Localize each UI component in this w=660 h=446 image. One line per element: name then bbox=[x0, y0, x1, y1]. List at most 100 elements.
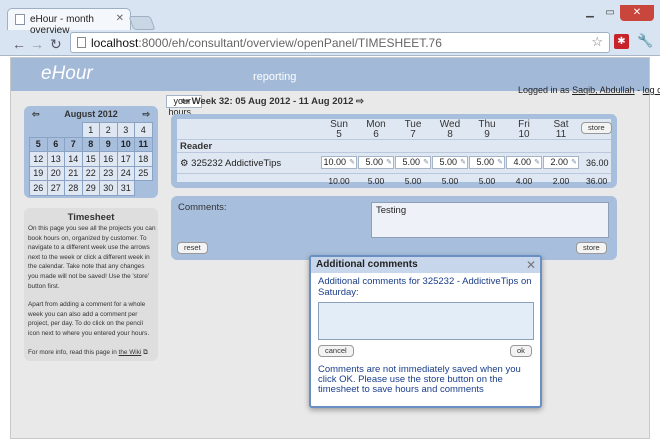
next-month-icon[interactable]: ⇨ bbox=[142, 109, 150, 120]
calendar-day[interactable]: 2 bbox=[99, 122, 118, 138]
timesheet-help-panel: Timesheet On this page you see all the p… bbox=[24, 208, 158, 361]
calendar-day[interactable]: 29 bbox=[81, 180, 100, 196]
additional-comment-textarea[interactable] bbox=[318, 302, 534, 340]
pencil-icon[interactable]: ✎ bbox=[460, 157, 466, 168]
divider bbox=[177, 139, 611, 140]
calendar-week-row[interactable]: 12 13 14 15 16 17 18 bbox=[29, 151, 153, 167]
help-more-text: For more info, read this page in bbox=[28, 348, 117, 356]
calendar-week-row-selected[interactable]: 5 6 7 8 9 10 11 bbox=[29, 136, 153, 152]
calendar-day[interactable]: 3 bbox=[116, 122, 135, 138]
calendar-day[interactable]: 13 bbox=[46, 151, 65, 167]
prev-week-icon[interactable]: ⇦ bbox=[181, 96, 189, 107]
calendar-day[interactable]: 4 bbox=[134, 122, 153, 138]
pencil-icon[interactable]: ✎ bbox=[497, 157, 503, 168]
calendar-day[interactable]: 5 bbox=[29, 136, 48, 152]
calendar-header: ⇦ August 2012 ⇨ bbox=[24, 109, 158, 121]
divider bbox=[177, 152, 611, 153]
calendar-day[interactable]: 8 bbox=[81, 136, 100, 152]
customer-name: Reader bbox=[180, 141, 213, 152]
calendar-day[interactable]: 1 bbox=[81, 122, 100, 138]
reload-icon[interactable]: ↻ bbox=[50, 36, 62, 53]
hours-input[interactable]: 10.00 ✎ bbox=[321, 156, 357, 169]
project-info-icon[interactable]: ⚙ bbox=[180, 158, 189, 169]
day-total: 4.00 bbox=[515, 176, 533, 186]
logoff-link[interactable]: log off bbox=[643, 85, 660, 95]
close-icon[interactable]: ✕ bbox=[526, 258, 536, 272]
calendar-day[interactable]: 15 bbox=[81, 151, 100, 167]
calendar-day[interactable]: 19 bbox=[29, 165, 48, 181]
pencil-icon[interactable]: ✎ bbox=[423, 157, 429, 168]
hours-input[interactable]: 5.00 ✎ bbox=[395, 156, 431, 169]
pencil-icon[interactable]: ✎ bbox=[571, 157, 577, 168]
help-more-info: For more info, read this page in the Wik… bbox=[28, 348, 156, 358]
extension-icon[interactable]: ✱ bbox=[614, 34, 629, 49]
calendar-day[interactable]: 10 bbox=[116, 136, 135, 152]
calendar-day[interactable]: 7 bbox=[64, 136, 83, 152]
calendar-day[interactable]: 26 bbox=[29, 180, 48, 196]
calendar-day[interactable]: 18 bbox=[134, 151, 153, 167]
wiki-link[interactable]: the Wiki bbox=[119, 349, 142, 356]
hours-input[interactable]: 5.00 ✎ bbox=[358, 156, 394, 169]
hours-value: 5.00 bbox=[439, 157, 457, 167]
maximize-icon[interactable]: ▭ bbox=[600, 5, 620, 21]
day-header: Mon 6 bbox=[358, 120, 394, 140]
calendar-day[interactable]: 23 bbox=[99, 165, 118, 181]
calendar-week-row[interactable]: 26 27 28 29 30 31 bbox=[29, 180, 152, 196]
calendar-day[interactable]: 21 bbox=[64, 165, 83, 181]
hours-input[interactable]: 5.00 ✎ bbox=[432, 156, 468, 169]
calendar-week-row[interactable]: 1 2 3 4 bbox=[29, 122, 153, 138]
address-bar[interactable]: localhost:8000/eh/consultant/overview/op… bbox=[70, 32, 610, 53]
day-header: Wed 8 bbox=[432, 120, 468, 140]
calendar-grid: 1 2 3 4 5 6 7 8 9 10 11 12 13 14 15 16 1… bbox=[29, 122, 153, 196]
ok-button[interactable]: ok bbox=[510, 345, 532, 357]
calendar-day[interactable]: 20 bbox=[46, 165, 65, 181]
calendar-day[interactable]: 16 bbox=[99, 151, 118, 167]
next-week-icon[interactable]: ⇨ bbox=[356, 96, 364, 107]
back-icon[interactable]: ← bbox=[12, 36, 26, 52]
minimize-icon[interactable]: ▁ bbox=[580, 5, 600, 21]
calendar-day[interactable]: 11 bbox=[134, 136, 153, 152]
close-window-icon[interactable]: ✕ bbox=[620, 5, 654, 21]
calendar-day[interactable]: 27 bbox=[46, 180, 65, 196]
menu-reporting[interactable]: reporting bbox=[253, 71, 296, 83]
store-comments-button[interactable]: store bbox=[576, 242, 607, 254]
help-title: Timesheet bbox=[67, 212, 115, 223]
pencil-icon[interactable]: ✎ bbox=[386, 157, 392, 168]
day-total: 5.00 bbox=[404, 176, 422, 186]
calendar-empty bbox=[47, 122, 65, 137]
calendar-day[interactable]: 28 bbox=[64, 180, 83, 196]
comments-textarea[interactable]: Testing bbox=[371, 202, 609, 238]
pencil-icon[interactable]: ✎ bbox=[349, 157, 355, 168]
new-tab-button[interactable] bbox=[128, 16, 156, 30]
project-name: 325232 AddictiveTips bbox=[191, 158, 282, 169]
calendar-day[interactable]: 22 bbox=[81, 165, 100, 181]
store-timesheet-button[interactable]: store bbox=[581, 122, 612, 134]
hours-input[interactable]: 5.00 ✎ bbox=[469, 156, 505, 169]
calendar-day[interactable]: 24 bbox=[116, 165, 135, 181]
hours-input[interactable]: 4.00 ✎ bbox=[506, 156, 542, 169]
bookmark-star-icon[interactable]: ☆ bbox=[591, 34, 603, 50]
user-link[interactable]: Saqib, Abdullah bbox=[572, 85, 635, 95]
reset-button[interactable]: reset bbox=[177, 242, 208, 254]
additional-comments-dialog: Additional comments ✕ Additional comment… bbox=[309, 255, 542, 408]
hours-value: 4.00 bbox=[513, 157, 531, 167]
hours-input[interactable]: 2.00 ✎ bbox=[543, 156, 579, 169]
wrench-icon[interactable]: 🔧 bbox=[637, 33, 653, 49]
calendar-day[interactable]: 14 bbox=[64, 151, 83, 167]
cancel-button[interactable]: cancel bbox=[318, 345, 354, 357]
calendar-day[interactable]: 12 bbox=[29, 151, 48, 167]
pencil-icon[interactable]: ✎ bbox=[534, 157, 540, 168]
browser-tab[interactable]: eHour - month overview ✕ bbox=[7, 8, 131, 36]
calendar-day[interactable]: 25 bbox=[134, 165, 153, 181]
calendar-day[interactable]: 17 bbox=[116, 151, 135, 167]
comments-label: Comments: bbox=[178, 202, 227, 213]
forward-icon[interactable]: → bbox=[30, 36, 44, 52]
calendar-day[interactable]: 9 bbox=[99, 136, 118, 152]
calendar-day[interactable]: 31 bbox=[116, 180, 135, 196]
calendar-day[interactable]: 30 bbox=[99, 180, 118, 196]
close-tab-icon[interactable]: ✕ bbox=[116, 13, 124, 24]
day-total: 5.00 bbox=[367, 176, 385, 186]
calendar-day[interactable]: 6 bbox=[46, 136, 65, 152]
day-total: 2.00 bbox=[552, 176, 570, 186]
calendar-week-row[interactable]: 19 20 21 22 23 24 25 bbox=[29, 165, 153, 181]
